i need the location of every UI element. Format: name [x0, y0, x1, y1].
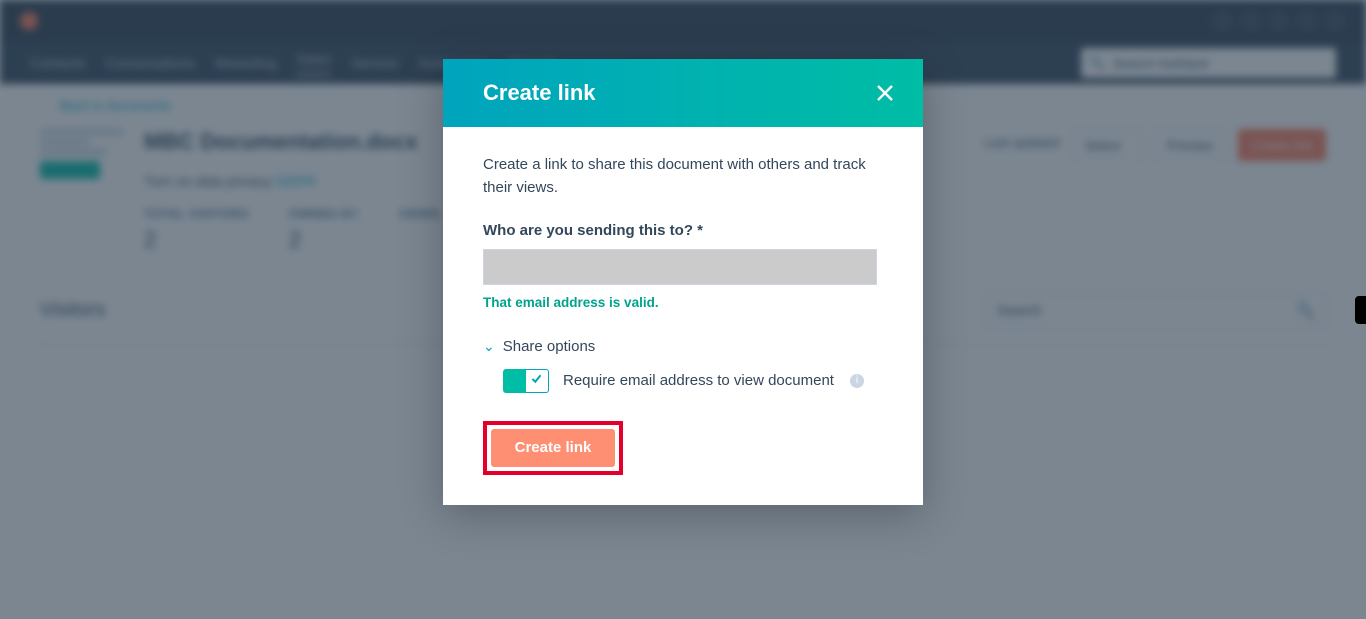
share-options-toggle[interactable]: ⌄ Share options	[483, 338, 883, 355]
require-email-toggle[interactable]	[503, 369, 549, 393]
require-email-label: Require email address to view document	[563, 372, 834, 389]
check-icon	[530, 372, 543, 389]
create-link-button[interactable]: Create link	[491, 429, 615, 467]
modal-description: Create a link to share this document wit…	[483, 153, 883, 200]
email-field[interactable]	[483, 249, 877, 285]
email-field-label: Who are you sending this to? *	[483, 222, 883, 239]
create-link-modal: Create link Create a link to share this …	[443, 59, 923, 505]
email-valid-message: That email address is valid.	[483, 295, 883, 310]
tutorial-highlight: Create link	[483, 421, 623, 475]
close-icon	[875, 90, 895, 107]
feedback-tab[interactable]	[1355, 296, 1366, 324]
modal-header: Create link	[443, 59, 923, 127]
chevron-down-icon: ⌄	[483, 338, 495, 355]
info-icon[interactable]: i	[850, 374, 864, 388]
modal-title: Create link	[483, 80, 596, 106]
close-button[interactable]	[875, 83, 895, 103]
share-options-label: Share options	[503, 338, 596, 355]
